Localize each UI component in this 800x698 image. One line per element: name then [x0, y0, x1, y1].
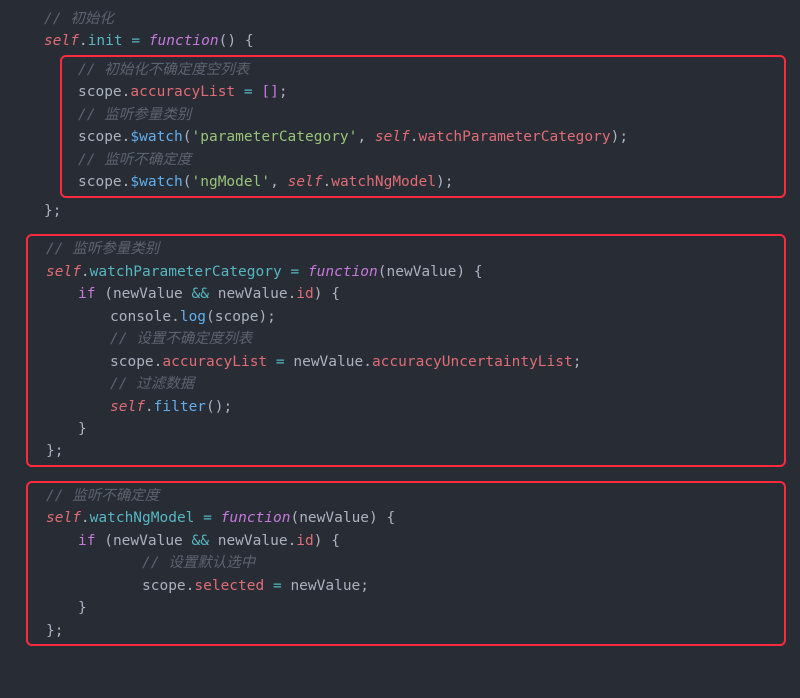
- comment: // 监听不确定度: [78, 152, 191, 168]
- code-line: // 监听不确定度: [28, 485, 784, 507]
- highlight-box-watch-ngmodel: // 监听不确定度 self.watchNgModel = function(n…: [26, 481, 786, 646]
- comment: // 监听参量类别: [78, 107, 191, 123]
- code-line: };: [28, 440, 784, 462]
- code-line: // 设置默认选中: [28, 552, 784, 574]
- code-line: // 初始化不确定度空列表: [62, 59, 784, 81]
- code-line: // 初始化: [0, 8, 800, 30]
- code-line: }: [28, 418, 784, 440]
- code-line: }: [28, 597, 784, 619]
- comment: // 初始化不确定度空列表: [78, 62, 249, 78]
- code-line: // 监听不确定度: [62, 149, 784, 171]
- code-line: scope.$watch('parameterCategory', self.w…: [62, 126, 784, 148]
- code-line: // 监听参量类别: [62, 104, 784, 126]
- comment: // 监听参量类别: [46, 241, 159, 257]
- code-editor: // 初始化 self.init = function() { // 初始化不确…: [0, 0, 800, 656]
- code-line: };: [28, 620, 784, 642]
- code-line: // 监听参量类别: [28, 238, 784, 260]
- spacer: [0, 222, 800, 232]
- code-line: scope.$watch('ngModel', self.watchNgMode…: [62, 171, 784, 193]
- code-line: if (newValue && newValue.id) {: [28, 283, 784, 305]
- code-line: if (newValue && newValue.id) {: [28, 530, 784, 552]
- code-line: // 设置不确定度列表: [28, 328, 784, 350]
- comment: // 监听不确定度: [46, 488, 159, 504]
- code-line: self.filter();: [28, 396, 784, 418]
- comment: // 过滤数据: [110, 376, 194, 392]
- comment: // 设置默认选中: [142, 555, 255, 571]
- code-line: scope.accuracyList = [];: [62, 81, 784, 103]
- code-line: self.init = function() {: [0, 30, 800, 52]
- code-line: self.watchParameterCategory = function(n…: [28, 261, 784, 283]
- spacer: [0, 469, 800, 479]
- code-line: self.watchNgModel = function(newValue) {: [28, 507, 784, 529]
- code-line: console.log(scope);: [28, 306, 784, 328]
- highlight-box-watch-param: // 监听参量类别 self.watchParameterCategory = …: [26, 234, 786, 467]
- code-line: scope.selected = newValue;: [28, 575, 784, 597]
- code-line: // 过滤数据: [28, 373, 784, 395]
- code-line: };: [0, 200, 800, 222]
- comment: // 设置不确定度列表: [110, 331, 252, 347]
- comment: // 初始化: [44, 11, 114, 27]
- highlight-box-init: // 初始化不确定度空列表 scope.accuracyList = []; /…: [60, 55, 786, 198]
- code-line: scope.accuracyList = newValue.accuracyUn…: [28, 351, 784, 373]
